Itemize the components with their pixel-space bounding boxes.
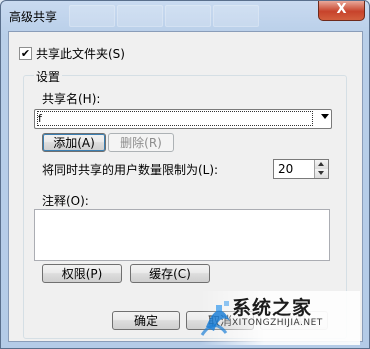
ok-button[interactable]: 确定 — [112, 311, 180, 330]
checkmark-icon: ✔ — [20, 47, 31, 60]
watermark-brand: 系统之家 — [232, 297, 313, 319]
arrow-down-icon — [318, 171, 324, 175]
watermark-url: XITONGZHIJIA.NET — [232, 318, 323, 328]
ghost-tab — [117, 5, 163, 27]
title-bar[interactable]: 高级共享 X — [1, 1, 369, 31]
share-folder-label: 共享此文件夹(S) — [36, 47, 125, 61]
share-folder-option[interactable]: ✔ 共享此文件夹(S) — [19, 45, 125, 62]
dialog-title: 高级共享 — [9, 10, 58, 24]
arrow-up-icon — [318, 162, 324, 166]
add-button[interactable]: 添加(A) — [42, 133, 106, 152]
ghost-tab — [213, 5, 259, 27]
close-button[interactable]: X — [318, 1, 365, 21]
permissions-button[interactable]: 权限(P) — [42, 264, 122, 283]
comments-textarea[interactable] — [34, 209, 330, 261]
share-name-combobox[interactable]: f — [34, 109, 332, 129]
spin-down-button[interactable] — [314, 169, 328, 178]
caching-button[interactable]: 缓存(C) — [130, 264, 210, 283]
ghost-tab — [69, 5, 115, 27]
remove-button[interactable]: 删除(R) — [108, 133, 174, 152]
close-icon: X — [336, 2, 347, 17]
user-limit-spinner[interactable]: 20 — [273, 159, 329, 179]
user-limit-value[interactable]: 20 — [278, 162, 293, 176]
share-name-value[interactable]: f — [37, 111, 313, 126]
comments-label: 注释(O): — [42, 194, 89, 208]
user-limit-label: 将同时共享的用户数量限制为(L): — [42, 163, 219, 177]
ghost-tab — [165, 5, 211, 27]
share-folder-checkbox[interactable]: ✔ — [19, 47, 32, 60]
settings-group-label: 设置 — [34, 68, 63, 85]
dropdown-arrow-icon[interactable] — [321, 114, 329, 119]
share-name-label: 共享名(H): — [42, 92, 101, 106]
background-taskbar-ghost — [69, 5, 259, 27]
